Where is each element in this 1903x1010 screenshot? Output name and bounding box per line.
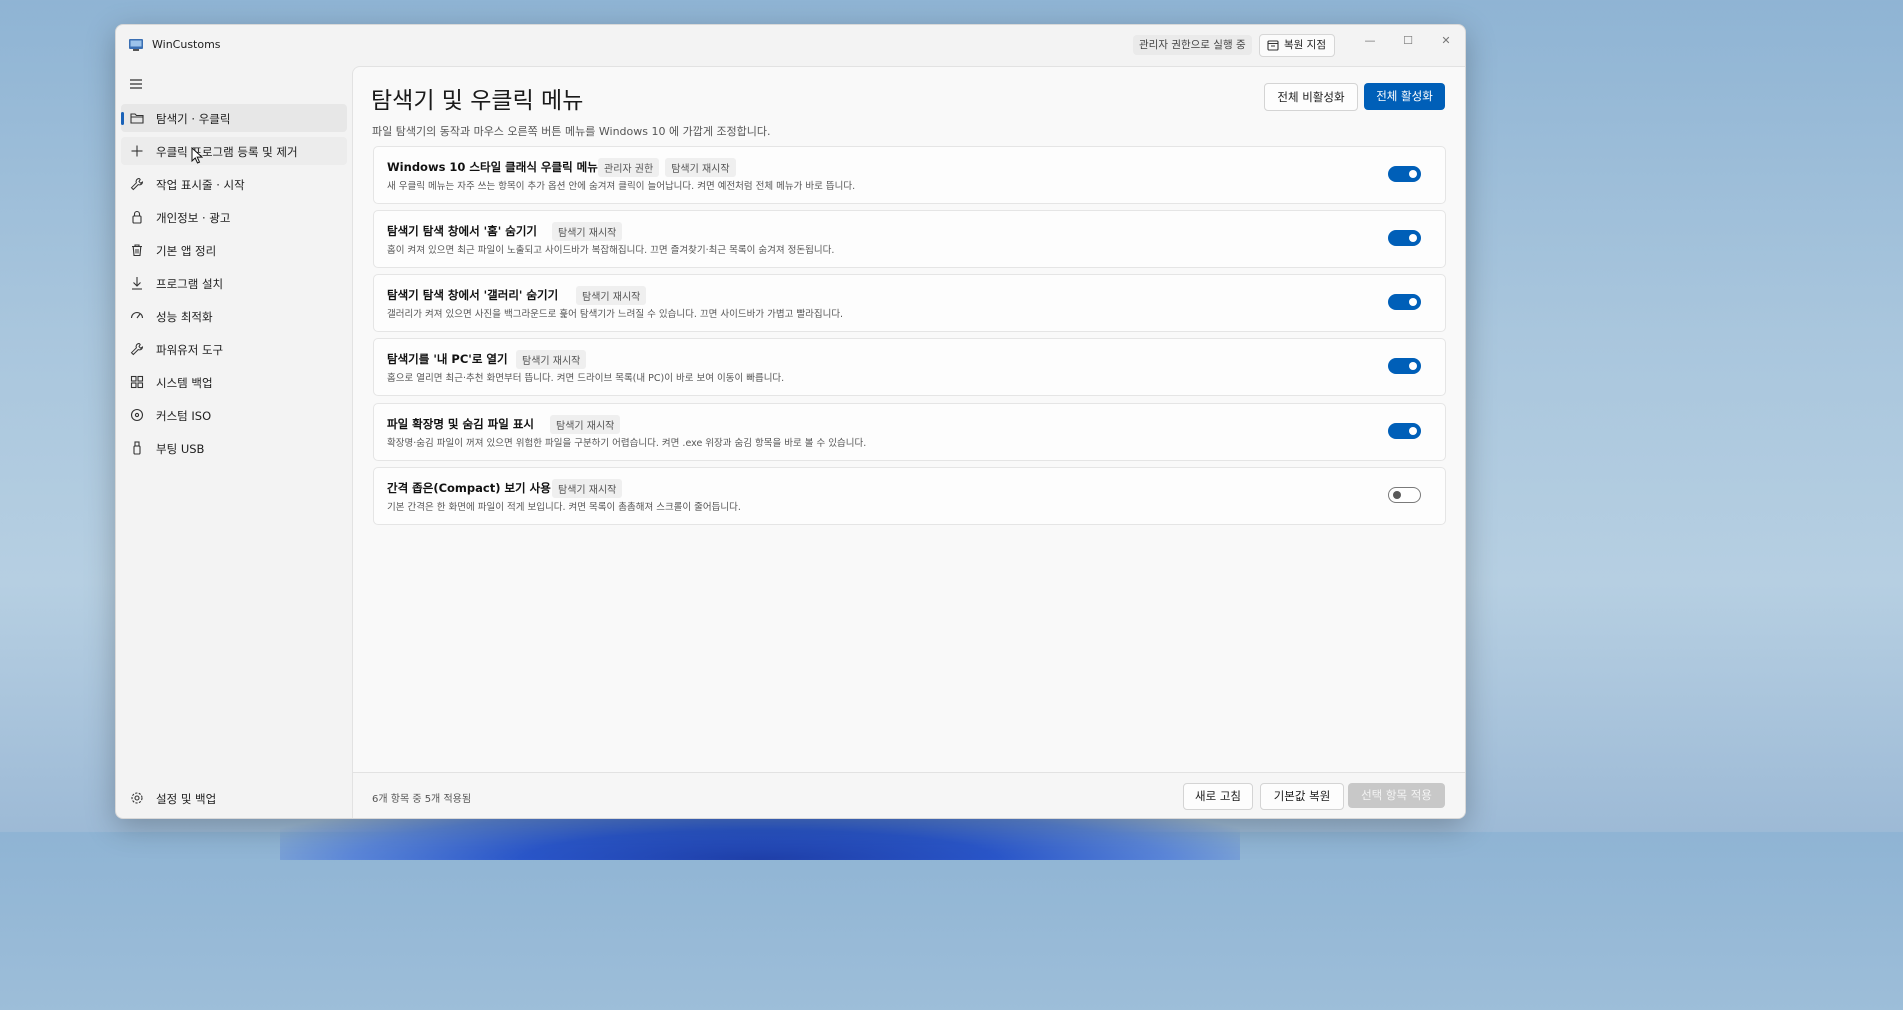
reset-defaults-button[interactable]: 기본값 복원: [1260, 783, 1344, 810]
sidebar-item-label: 우클릭 프로그램 등록 및 제거: [156, 145, 298, 159]
title-bar: WinCustoms 관리자 권한으로 실행 중 복원 지점 — ☐ ✕: [116, 25, 1465, 65]
refresh-button[interactable]: 새로 고침: [1183, 783, 1253, 810]
setting-card-show-extensions: 파일 확장명 및 숨김 파일 표시 탐색기 재시작 확장명·숨김 파일이 꺼져 …: [373, 403, 1446, 461]
sidebar-item-label: 프로그램 설치: [156, 277, 224, 291]
sidebar-item-install-programs[interactable]: 프로그램 설치: [121, 269, 347, 297]
tag-explorer-restart: 탐색기 재시작: [550, 415, 621, 434]
setting-card-hide-gallery: 탐색기 탐색 창에서 '갤러리' 숨기기 탐색기 재시작 갤러리가 켜져 있으면…: [373, 274, 1446, 332]
page-title: 탐색기 및 우클릭 메뉴: [371, 88, 584, 114]
setting-description: 홈이 켜져 있으면 최근 파일이 노출되고 사이드바가 복잡해집니다. 끄면 즐…: [387, 245, 835, 256]
tag-explorer-restart: 탐색기 재시작: [665, 158, 736, 177]
sidebar-item-system-backup[interactable]: 시스템 백업: [121, 368, 347, 396]
lock-icon: [132, 210, 142, 224]
app-title: WinCustoms: [152, 38, 221, 51]
setting-tags: 탐색기 재시작: [552, 479, 623, 498]
sidebar-item-label: 부팅 USB: [156, 442, 205, 456]
enable-all-button[interactable]: 전체 활성화: [1364, 83, 1445, 110]
setting-card-hide-home: 탐색기 탐색 창에서 '홈' 숨기기 탐색기 재시작 홈이 켜져 있으면 최근 …: [373, 210, 1446, 268]
sidebar-item-default-apps[interactable]: 기본 앱 정리: [121, 236, 347, 264]
disc-icon: [130, 408, 144, 422]
sidebar-item-custom-iso[interactable]: 커스텀 ISO: [121, 401, 347, 429]
setting-tags: 관리자 권한 탐색기 재시작: [598, 158, 736, 177]
restore-point-button[interactable]: 복원 지점: [1259, 34, 1335, 57]
setting-title: 탐색기 탐색 창에서 '갤러리' 숨기기: [387, 288, 559, 302]
restore-point-icon: [1267, 40, 1279, 51]
sidebar-item-context-menu-programs[interactable]: 우클릭 프로그램 등록 및 제거: [121, 137, 347, 165]
sidebar-item-label: 파워유저 도구: [156, 343, 224, 357]
toggle-switch[interactable]: [1388, 230, 1421, 246]
admin-status-badge: 관리자 권한으로 실행 중: [1133, 35, 1252, 55]
setting-title: 탐색기 탐색 창에서 '홈' 숨기기: [387, 224, 538, 238]
tag-explorer-restart: 탐색기 재시작: [552, 479, 623, 498]
setting-tags: 탐색기 재시작: [550, 415, 621, 434]
wrench-icon: [130, 177, 144, 191]
active-indicator: [121, 112, 124, 125]
tag-admin-required: 관리자 권한: [598, 158, 660, 177]
setting-card-classic-context-menu: Windows 10 스타일 클래식 우클릭 메뉴 관리자 권한 탐색기 재시작…: [373, 146, 1446, 204]
wrench-icon: [130, 342, 144, 356]
setting-card-open-this-pc: 탐색기를 '내 PC'로 열기 탐색기 재시작 홈으로 열리면 최근·추천 화면…: [373, 338, 1446, 396]
setting-description: 기본 간격은 한 화면에 파일이 적게 보입니다. 켜면 목록이 촘촘해져 스크…: [387, 502, 741, 513]
toggle-switch[interactable]: [1388, 166, 1421, 182]
setting-tags: 탐색기 재시작: [516, 350, 587, 369]
sidebar-item-label: 성능 최적화: [156, 310, 213, 324]
main-content: 탐색기 및 우클릭 메뉴 파일 탐색기의 동작과 마우스 오른쪽 버튼 메뉴를 …: [352, 66, 1465, 818]
grid-icon: [130, 375, 144, 389]
apply-selected-button[interactable]: 선택 항목 적용: [1348, 783, 1445, 808]
sidebar-item-settings[interactable]: 설정 및 백업: [121, 784, 347, 812]
sidebar-item-label: 시스템 백업: [156, 376, 213, 390]
setting-description: 갤러리가 켜져 있으면 사진을 백그라운드로 훑어 탐색기가 느려질 수 있습니…: [387, 309, 844, 320]
setting-description: 홈으로 열리면 최근·추천 화면부터 뜹니다. 켜면 드라이브 목록(내 PC)…: [387, 373, 785, 384]
toggle-switch[interactable]: [1388, 294, 1421, 310]
plus-icon: [131, 145, 143, 157]
app-icon: [129, 39, 143, 51]
trash-icon: [132, 244, 142, 257]
sidebar-item-boot-usb[interactable]: 부팅 USB: [121, 434, 347, 462]
mouse-cursor-icon: [191, 147, 203, 164]
setting-title: 간격 좁은(Compact) 보기 사용: [387, 481, 551, 495]
sidebar-item-label: 탐색기 · 우클릭: [156, 112, 231, 126]
disable-all-button[interactable]: 전체 비활성화: [1264, 83, 1358, 111]
footer-bar: 6개 항목 중 5개 적용됨 새로 고침 기본값 복원 선택 항목 적용: [353, 772, 1465, 818]
sidebar-item-label: 커스텀 ISO: [156, 409, 212, 423]
menu-icon[interactable]: [129, 77, 143, 91]
setting-title: 탐색기를 '내 PC'로 열기: [387, 352, 508, 366]
sidebar-item-label: 개인정보 · 광고: [156, 211, 231, 225]
toggle-switch[interactable]: [1388, 487, 1421, 503]
usb-icon: [133, 441, 141, 455]
close-button[interactable]: ✕: [1435, 31, 1457, 51]
tag-explorer-restart: 탐색기 재시작: [516, 350, 587, 369]
page-description: 파일 탐색기의 동작과 마우스 오른쪽 버튼 메뉴를 Windows 10 에 …: [372, 125, 771, 138]
folder-icon: [130, 113, 144, 124]
setting-title: 파일 확장명 및 숨김 파일 표시: [387, 417, 534, 431]
minimize-button[interactable]: —: [1359, 31, 1381, 51]
tag-explorer-restart: 탐색기 재시작: [576, 286, 647, 305]
tag-explorer-restart: 탐색기 재시작: [552, 222, 623, 241]
app-window: WinCustoms 관리자 권한으로 실행 중 복원 지점 — ☐ ✕ 탐색기…: [115, 24, 1466, 819]
download-icon: [132, 277, 142, 290]
sidebar-item-privacy[interactable]: 개인정보 · 광고: [121, 203, 347, 231]
toggle-switch[interactable]: [1388, 423, 1421, 439]
sidebar-item-explorer[interactable]: 탐색기 · 우클릭: [121, 104, 347, 132]
gear-icon: [131, 792, 143, 804]
setting-title: Windows 10 스타일 클래식 우클릭 메뉴: [387, 160, 598, 174]
toggle-switch[interactable]: [1388, 358, 1421, 374]
setting-description: 확장명·숨김 파일이 꺼져 있으면 위험한 파일을 구분하기 어렵습니다. 켜면…: [387, 438, 867, 449]
sidebar-item-performance[interactable]: 성능 최적화: [121, 302, 347, 330]
setting-card-compact-view: 간격 좁은(Compact) 보기 사용 탐색기 재시작 기본 간격은 한 화면…: [373, 467, 1446, 525]
sidebar-item-taskbar[interactable]: 작업 표시줄 · 시작: [121, 170, 347, 198]
setting-tags: 탐색기 재시작: [576, 286, 647, 305]
sidebar-item-power-user-tools[interactable]: 파워유저 도구: [121, 335, 347, 363]
restore-point-label: 복원 지점: [1284, 39, 1326, 51]
sidebar-item-label: 작업 표시줄 · 시작: [156, 178, 245, 192]
sidebar-item-label: 설정 및 백업: [156, 792, 217, 806]
setting-description: 새 우클릭 메뉴는 자주 쓰는 항목이 추가 옵션 안에 숨겨져 클릭이 늘어납…: [387, 181, 856, 192]
setting-tags: 탐색기 재시작: [552, 222, 623, 241]
applied-count-status: 6개 항목 중 5개 적용됨: [372, 794, 472, 805]
maximize-button[interactable]: ☐: [1397, 31, 1419, 51]
sidebar-item-label: 기본 앱 정리: [156, 244, 217, 258]
gauge-icon: [130, 312, 144, 319]
